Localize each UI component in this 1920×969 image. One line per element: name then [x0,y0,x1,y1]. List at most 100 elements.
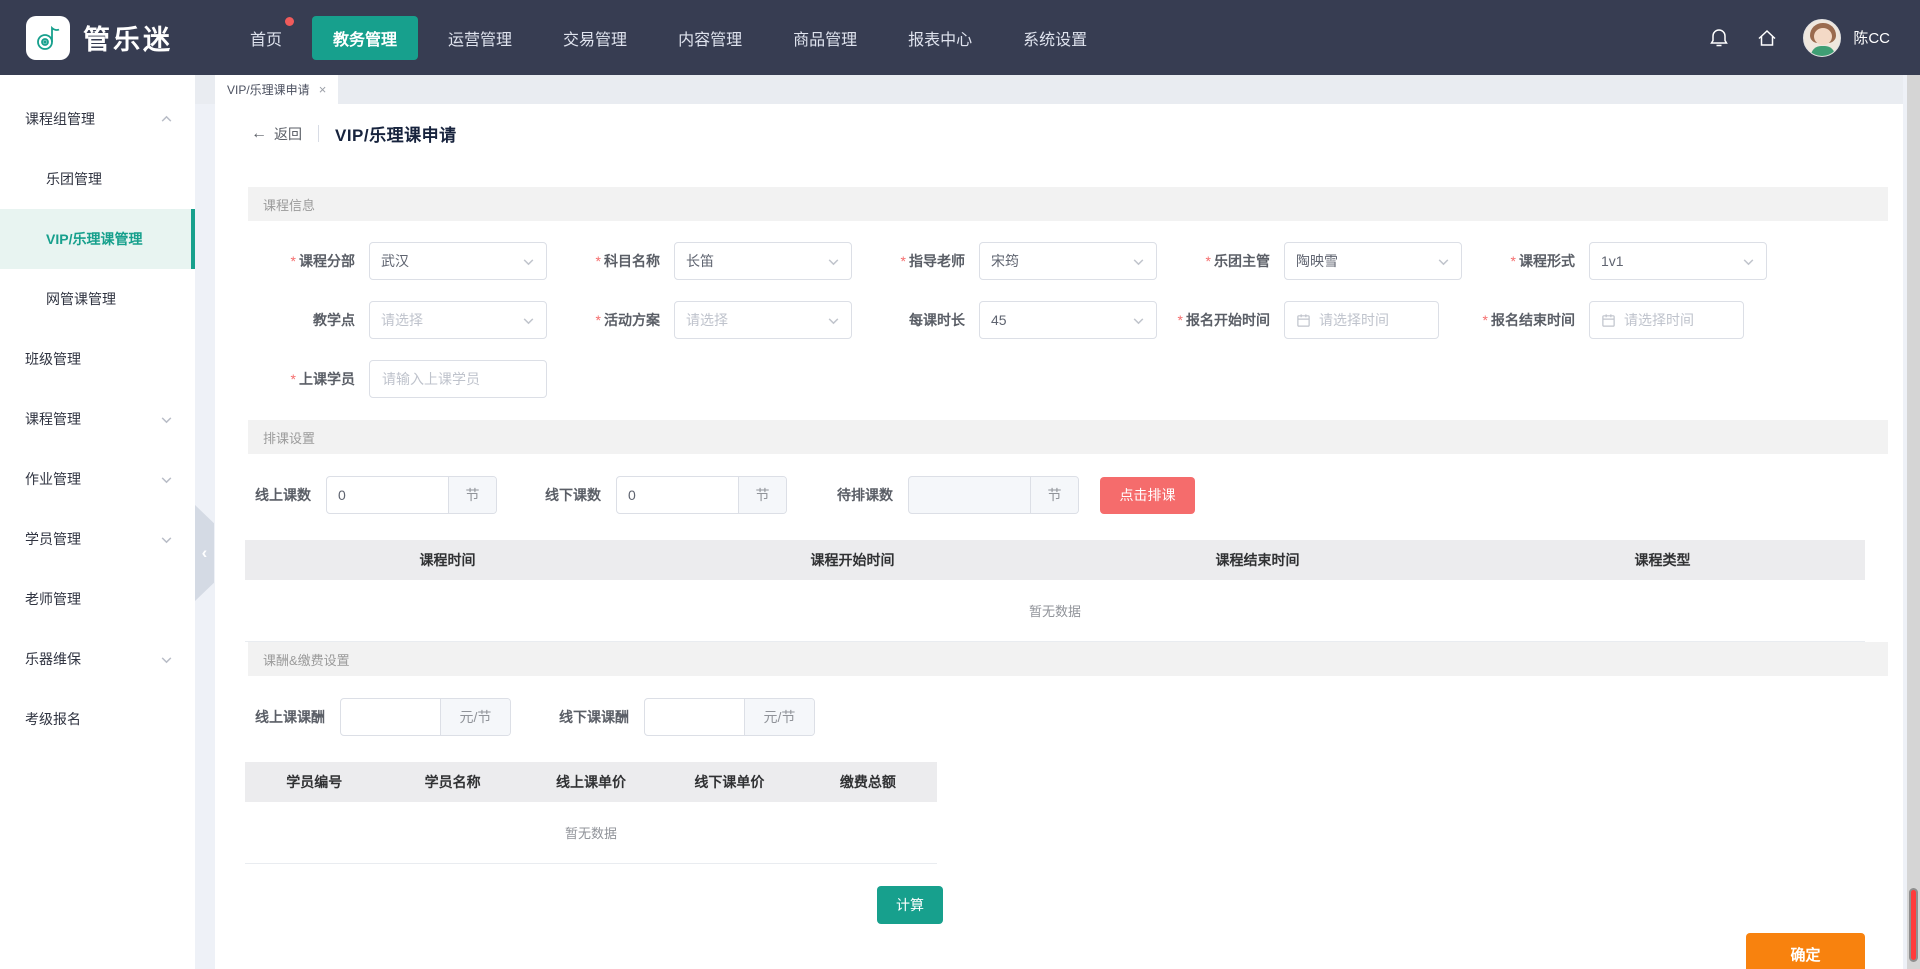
column-header: 课程开始时间 [650,550,1055,570]
attending-student-input[interactable] [369,360,547,398]
arrange-course-button[interactable]: 点击排课 [1100,477,1195,514]
nav-item-settings[interactable]: 系统设置 [1002,16,1108,60]
sidebar-item-exam[interactable]: 考级报名 [0,689,195,749]
select-value: 陶映雪 [1296,251,1338,271]
back-label: 返回 [274,124,302,144]
unit-addon: 元/节 [440,699,510,735]
unit-addon: 节 [448,477,496,513]
nav-label: 商品管理 [793,32,857,49]
schedule-counts-row: 线上课数 节 线下课数 节 待排课数 节 点击排课 [255,476,1903,514]
select-value: 1v1 [1601,253,1624,269]
calendar-icon [1601,313,1616,328]
field-teacher: *指导老师 宋筠 [865,242,1170,280]
field-label: *报名开始时间 [1170,310,1270,330]
course-form-select[interactable]: 1v1 [1589,242,1767,280]
nav-item-content[interactable]: 内容管理 [657,16,763,60]
lesson-duration-select[interactable]: 45 [979,301,1157,339]
orchestra-manager-select[interactable]: 陶映雪 [1284,242,1462,280]
sidebar-item-net-course[interactable]: 网管课管理 [0,269,195,329]
nav-item-trade[interactable]: 交易管理 [542,16,648,60]
date-value: 请选择时间 [1319,310,1427,330]
sidebar-item-label: 乐器维保 [25,649,81,669]
unit-addon: 节 [1030,477,1078,513]
nav-item-report[interactable]: 报表中心 [887,16,993,60]
back-arrow-icon: ← [251,125,267,143]
calendar-icon [1296,313,1311,328]
back-button[interactable]: ← 返回 [251,124,302,144]
offline-pay-group: 元/节 [644,698,815,736]
nav-label: 内容管理 [678,32,742,49]
section-pay: 课酬&缴费设置 [248,642,1888,676]
chevron-down-icon [827,255,840,268]
sidebar-item-label: 网管课管理 [46,289,116,309]
date-value: 请选择时间 [1624,310,1732,330]
online-count-label: 线上课数 [255,485,311,505]
main-nav: 首页 教务管理 运营管理 交易管理 内容管理 商品管理 报表中心 系统设置 [229,16,1108,60]
topbar: 管乐迷 首页 教务管理 运营管理 交易管理 内容管理 商品管理 报表中心 系统设… [0,0,1920,75]
subject-select[interactable]: 长笛 [674,242,852,280]
signup-end-time-picker[interactable]: 请选择时间 [1589,301,1744,339]
field-label: *活动方案 [560,310,660,330]
chevron-down-icon [827,314,840,327]
sidebar-item-label: 学员管理 [25,529,81,549]
sidebar-item-label: 作业管理 [25,469,81,489]
student-fee-table: 学员编号 学员名称 线上课单价 线下课单价 缴费总额 暂无数据 [245,762,937,864]
signup-start-time-picker[interactable]: 请选择时间 [1284,301,1439,339]
sidebar-item-course[interactable]: 课程管理 [0,389,195,449]
nav-item-product[interactable]: 商品管理 [772,16,878,60]
scrollbar-track[interactable] [1907,75,1920,969]
field-signup-start-time: *报名开始时间 请选择时间 [1170,301,1475,339]
field-label: *指导老师 [865,251,965,271]
nav-item-home[interactable]: 首页 [229,16,303,60]
nav-item-academic[interactable]: 教务管理 [312,16,418,60]
field-signup-end-time: *报名结束时间 请选择时间 [1475,301,1780,339]
chevron-down-icon [160,533,173,546]
section-course-info: 课程信息 [248,187,1888,221]
teacher-select[interactable]: 宋筠 [979,242,1157,280]
offline-pay-input[interactable] [645,699,744,735]
app-logo [26,16,70,60]
sidebar-item-label: 班级管理 [25,349,81,369]
sidebar-item-label: 老师管理 [25,589,81,609]
schedule-table: 课程时间 课程开始时间 课程结束时间 课程类型 暂无数据 [245,540,1865,642]
close-icon[interactable]: × [319,82,327,97]
music-note-icon [33,23,63,53]
pending-count-label: 待排课数 [837,485,893,505]
form-row-2: 教学点 请选择 *活动方案 请选择 每课时长 45 [255,301,1903,339]
sidebar-item-student[interactable]: 学员管理 [0,509,195,569]
activity-plan-select[interactable]: 请选择 [674,301,852,339]
field-label: *课程形式 [1475,251,1575,271]
empty-state: 暂无数据 [245,802,937,864]
sidebar-item-label: 课程组管理 [25,109,95,129]
online-pay-input[interactable] [341,699,440,735]
online-count-input[interactable] [327,477,448,513]
sidebar-item-course-group[interactable]: 课程组管理 [0,89,195,149]
nav-label: 首页 [250,32,282,49]
sidebar-item-homework[interactable]: 作业管理 [0,449,195,509]
scrollbar-thumb[interactable] [1909,888,1918,962]
user-avatar[interactable] [1803,19,1841,57]
sidebar-item-class[interactable]: 班级管理 [0,329,195,389]
field-orchestra-manager: *乐团主管 陶映雪 [1170,242,1475,280]
user-name[interactable]: 陈CC [1853,27,1890,48]
bell-icon[interactable] [1707,26,1731,50]
sidebar-item-teacher[interactable]: 老师管理 [0,569,195,629]
nav-item-operation[interactable]: 运营管理 [427,16,533,60]
home-icon[interactable] [1755,26,1779,50]
sidebar-item-orchestra[interactable]: 乐团管理 [0,149,195,209]
confirm-button[interactable]: 确定 [1746,933,1865,969]
chevron-down-icon [1437,255,1450,268]
section-schedule: 排课设置 [248,420,1888,454]
field-label: *乐团主管 [1170,251,1270,271]
course-branch-select[interactable]: 武汉 [369,242,547,280]
sidebar-item-label: 考级报名 [25,709,81,729]
sidebar-item-vip-theory[interactable]: VIP/乐理课管理 [0,209,195,269]
field-activity-plan: *活动方案 请选择 [560,301,865,339]
calculate-button[interactable]: 计算 [877,886,943,924]
tab-vip-theory-apply[interactable]: VIP/乐理课申请 × [215,75,338,104]
unit-addon: 节 [738,477,786,513]
sidebar-item-instrument[interactable]: 乐器维保 [0,629,195,689]
offline-count-input[interactable] [617,477,738,513]
field-subject-name: *科目名称 长笛 [560,242,865,280]
teaching-point-select[interactable]: 请选择 [369,301,547,339]
